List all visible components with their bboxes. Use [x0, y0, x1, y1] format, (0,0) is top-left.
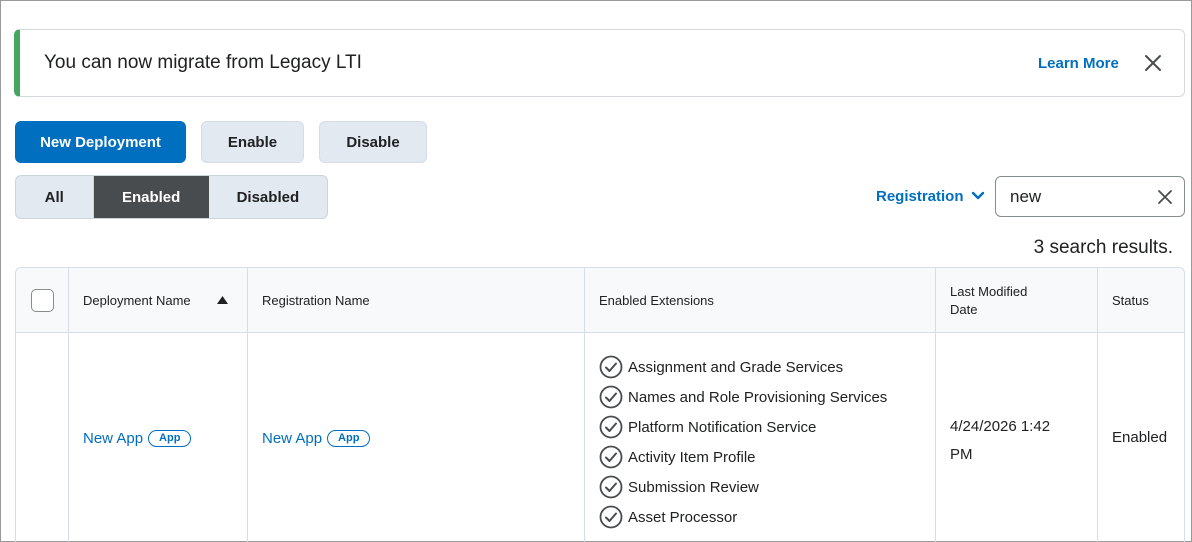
status-cell: Enabled [1098, 333, 1184, 542]
filter-disabled[interactable]: Disabled [209, 176, 327, 218]
disable-button[interactable]: Disable [319, 121, 427, 163]
extension-item: Activity Item Profile [599, 442, 887, 472]
header-last-modified-line2: Date [950, 302, 978, 317]
registration-dropdown-label: Registration [876, 187, 964, 205]
extension-label: Submission Review [628, 478, 759, 496]
registration-app-badge: App [327, 430, 371, 447]
search-input[interactable] [1010, 186, 1150, 208]
header-enabled-extensions-label: Enabled Extensions [599, 293, 714, 308]
alert-message: You can now migrate from Legacy LTI [44, 52, 362, 73]
row-select-cell [16, 333, 69, 542]
check-circle-icon [599, 505, 623, 529]
extension-label: Platform Notification Service [628, 418, 817, 436]
registration-dropdown[interactable]: Registration [876, 185, 985, 207]
extension-label: Names and Role Provisioning Services [628, 388, 888, 406]
extension-label: Activity Item Profile [628, 448, 756, 466]
header-status-label: Status [1112, 293, 1149, 308]
table-header: Deployment Name Registration Name Enable… [16, 268, 1184, 333]
last-modified-line2: PM [950, 446, 973, 463]
check-circle-icon [599, 415, 623, 439]
extension-item: Names and Role Provisioning Services [599, 382, 887, 412]
extensions-cell: Assignment and Grade Services Names and … [585, 333, 936, 542]
select-all-checkbox[interactable] [31, 289, 54, 312]
deployment-name-cell: New App App [69, 333, 248, 542]
enable-button[interactable]: Enable [201, 121, 304, 163]
last-modified-value: 4/24/2026 1:42 PM [950, 413, 1080, 469]
check-circle-icon [599, 355, 623, 379]
header-select-cell [16, 268, 69, 332]
deployment-app-badge: App [148, 430, 192, 447]
deployment-name-link[interactable]: New App [83, 430, 143, 447]
registration-name-link[interactable]: New App [262, 430, 322, 447]
chevron-down-icon [971, 191, 984, 200]
learn-more-link[interactable]: Learn More [1038, 55, 1119, 72]
deployments-table: Deployment Name Registration Name Enable… [15, 267, 1185, 542]
filter-enabled[interactable]: Enabled [93, 176, 209, 218]
table-row: New App App New App App Assignment and G… [16, 333, 1184, 542]
last-modified-line1: 4/24/2026 1:42 [950, 418, 1051, 435]
clear-search-icon[interactable] [1156, 188, 1174, 206]
registration-name-cell: New App App [248, 333, 585, 542]
header-deployment-name[interactable]: Deployment Name [69, 268, 248, 332]
check-circle-icon [599, 385, 623, 409]
extension-item: Submission Review [599, 472, 887, 502]
header-registration-name-label: Registration Name [262, 293, 370, 308]
status-filter: All Enabled Disabled [15, 175, 328, 219]
close-icon[interactable] [1142, 52, 1164, 74]
check-circle-icon [599, 475, 623, 499]
search-results-count: 3 search results. [1033, 237, 1173, 258]
extension-label: Assignment and Grade Services [628, 358, 844, 376]
header-enabled-extensions: Enabled Extensions [585, 268, 936, 332]
header-deployment-name-label: Deployment Name [83, 293, 191, 308]
migration-alert: You can now migrate from Legacy LTI Lear… [14, 29, 1185, 97]
header-last-modified-line1: Last Modified [950, 284, 1028, 299]
header-status[interactable]: Status [1098, 268, 1184, 332]
filter-all[interactable]: All [16, 176, 94, 218]
header-registration-name[interactable]: Registration Name [248, 268, 585, 332]
last-modified-cell: 4/24/2026 1:42 PM [936, 333, 1098, 542]
new-deployment-button[interactable]: New Deployment [15, 121, 186, 163]
header-last-modified[interactable]: Last Modified Date [936, 268, 1098, 332]
search-box [995, 176, 1185, 217]
extension-item: Assignment and Grade Services [599, 352, 887, 382]
status-value: Enabled [1112, 429, 1168, 446]
extension-item: Platform Notification Service [599, 412, 887, 442]
check-circle-icon [599, 445, 623, 469]
extensions-list: Assignment and Grade Services Names and … [599, 352, 887, 532]
extension-label: Asset Processor [628, 508, 738, 526]
extension-item: Asset Processor [599, 502, 887, 532]
sort-ascending-icon[interactable] [217, 296, 228, 304]
